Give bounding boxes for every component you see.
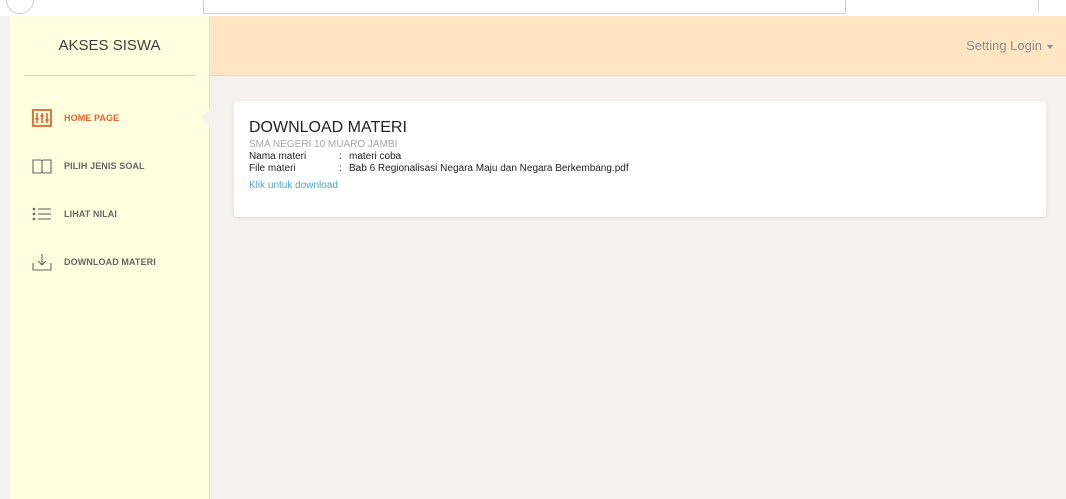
browser-chrome xyxy=(0,0,1066,16)
info-row-file-materi: File materi : Bab 6 Regionalisasi Negara… xyxy=(249,163,1031,175)
book-icon xyxy=(31,155,53,177)
setting-login-dropdown[interactable]: Setting Login xyxy=(966,38,1053,53)
sidebar-item-lihat-nilai[interactable]: LIHAT NILAI xyxy=(10,190,210,238)
sidebar: AKSES SISWA HOME PAGE PILIH JENIS SOAL L… xyxy=(10,16,211,499)
toolbar-divider xyxy=(1038,0,1039,12)
sidebar-item-label: HOME PAGE xyxy=(64,113,120,123)
list-icon xyxy=(31,203,53,225)
sidebar-item-label: PILIH JENIS SOAL xyxy=(64,161,145,171)
card-subtitle: SMA NEGERI 10 MUARO JAMBI xyxy=(249,139,398,150)
brand-title: AKSES SISWA xyxy=(58,37,161,54)
sidebar-nav: HOME PAGE PILIH JENIS SOAL LIHAT NILAI D… xyxy=(10,94,211,286)
home-icon xyxy=(31,107,53,129)
download-link[interactable]: Klik untuk download xyxy=(249,180,338,192)
info-value: Bab 6 Regionalisasi Negara Maju dan Nega… xyxy=(349,163,629,174)
info-separator: : xyxy=(339,151,342,162)
card-title: DOWNLOAD MATERI xyxy=(249,119,407,136)
main-content: DOWNLOAD MATERI SMA NEGERI 10 MUARO JAMB… xyxy=(210,77,1066,499)
info-key: Nama materi xyxy=(249,151,307,162)
caret-down-icon xyxy=(1047,44,1053,49)
top-navbar: Setting Login xyxy=(210,16,1066,76)
sidebar-item-pilih-jenis-soal[interactable]: PILIH JENIS SOAL xyxy=(10,142,210,190)
download-icon xyxy=(31,251,53,273)
sidebar-item-download-materi[interactable]: DOWNLOAD MATERI xyxy=(10,238,210,286)
sidebar-item-label: LIHAT NILAI xyxy=(64,209,117,219)
info-value: materi coba xyxy=(349,151,402,162)
browser-nav-button[interactable] xyxy=(6,0,34,14)
brand-divider xyxy=(24,75,196,76)
sidebar-item-home-page[interactable]: HOME PAGE xyxy=(10,94,211,142)
download-card: DOWNLOAD MATERI SMA NEGERI 10 MUARO JAMB… xyxy=(234,101,1046,217)
address-bar[interactable] xyxy=(203,0,846,14)
sidebar-item-label: DOWNLOAD MATERI xyxy=(64,257,156,267)
info-separator: : xyxy=(339,163,342,174)
info-row-nama-materi: Nama materi : materi coba xyxy=(249,151,1031,163)
info-key: File materi xyxy=(249,163,296,174)
setting-login-label: Setting Login xyxy=(966,38,1042,53)
